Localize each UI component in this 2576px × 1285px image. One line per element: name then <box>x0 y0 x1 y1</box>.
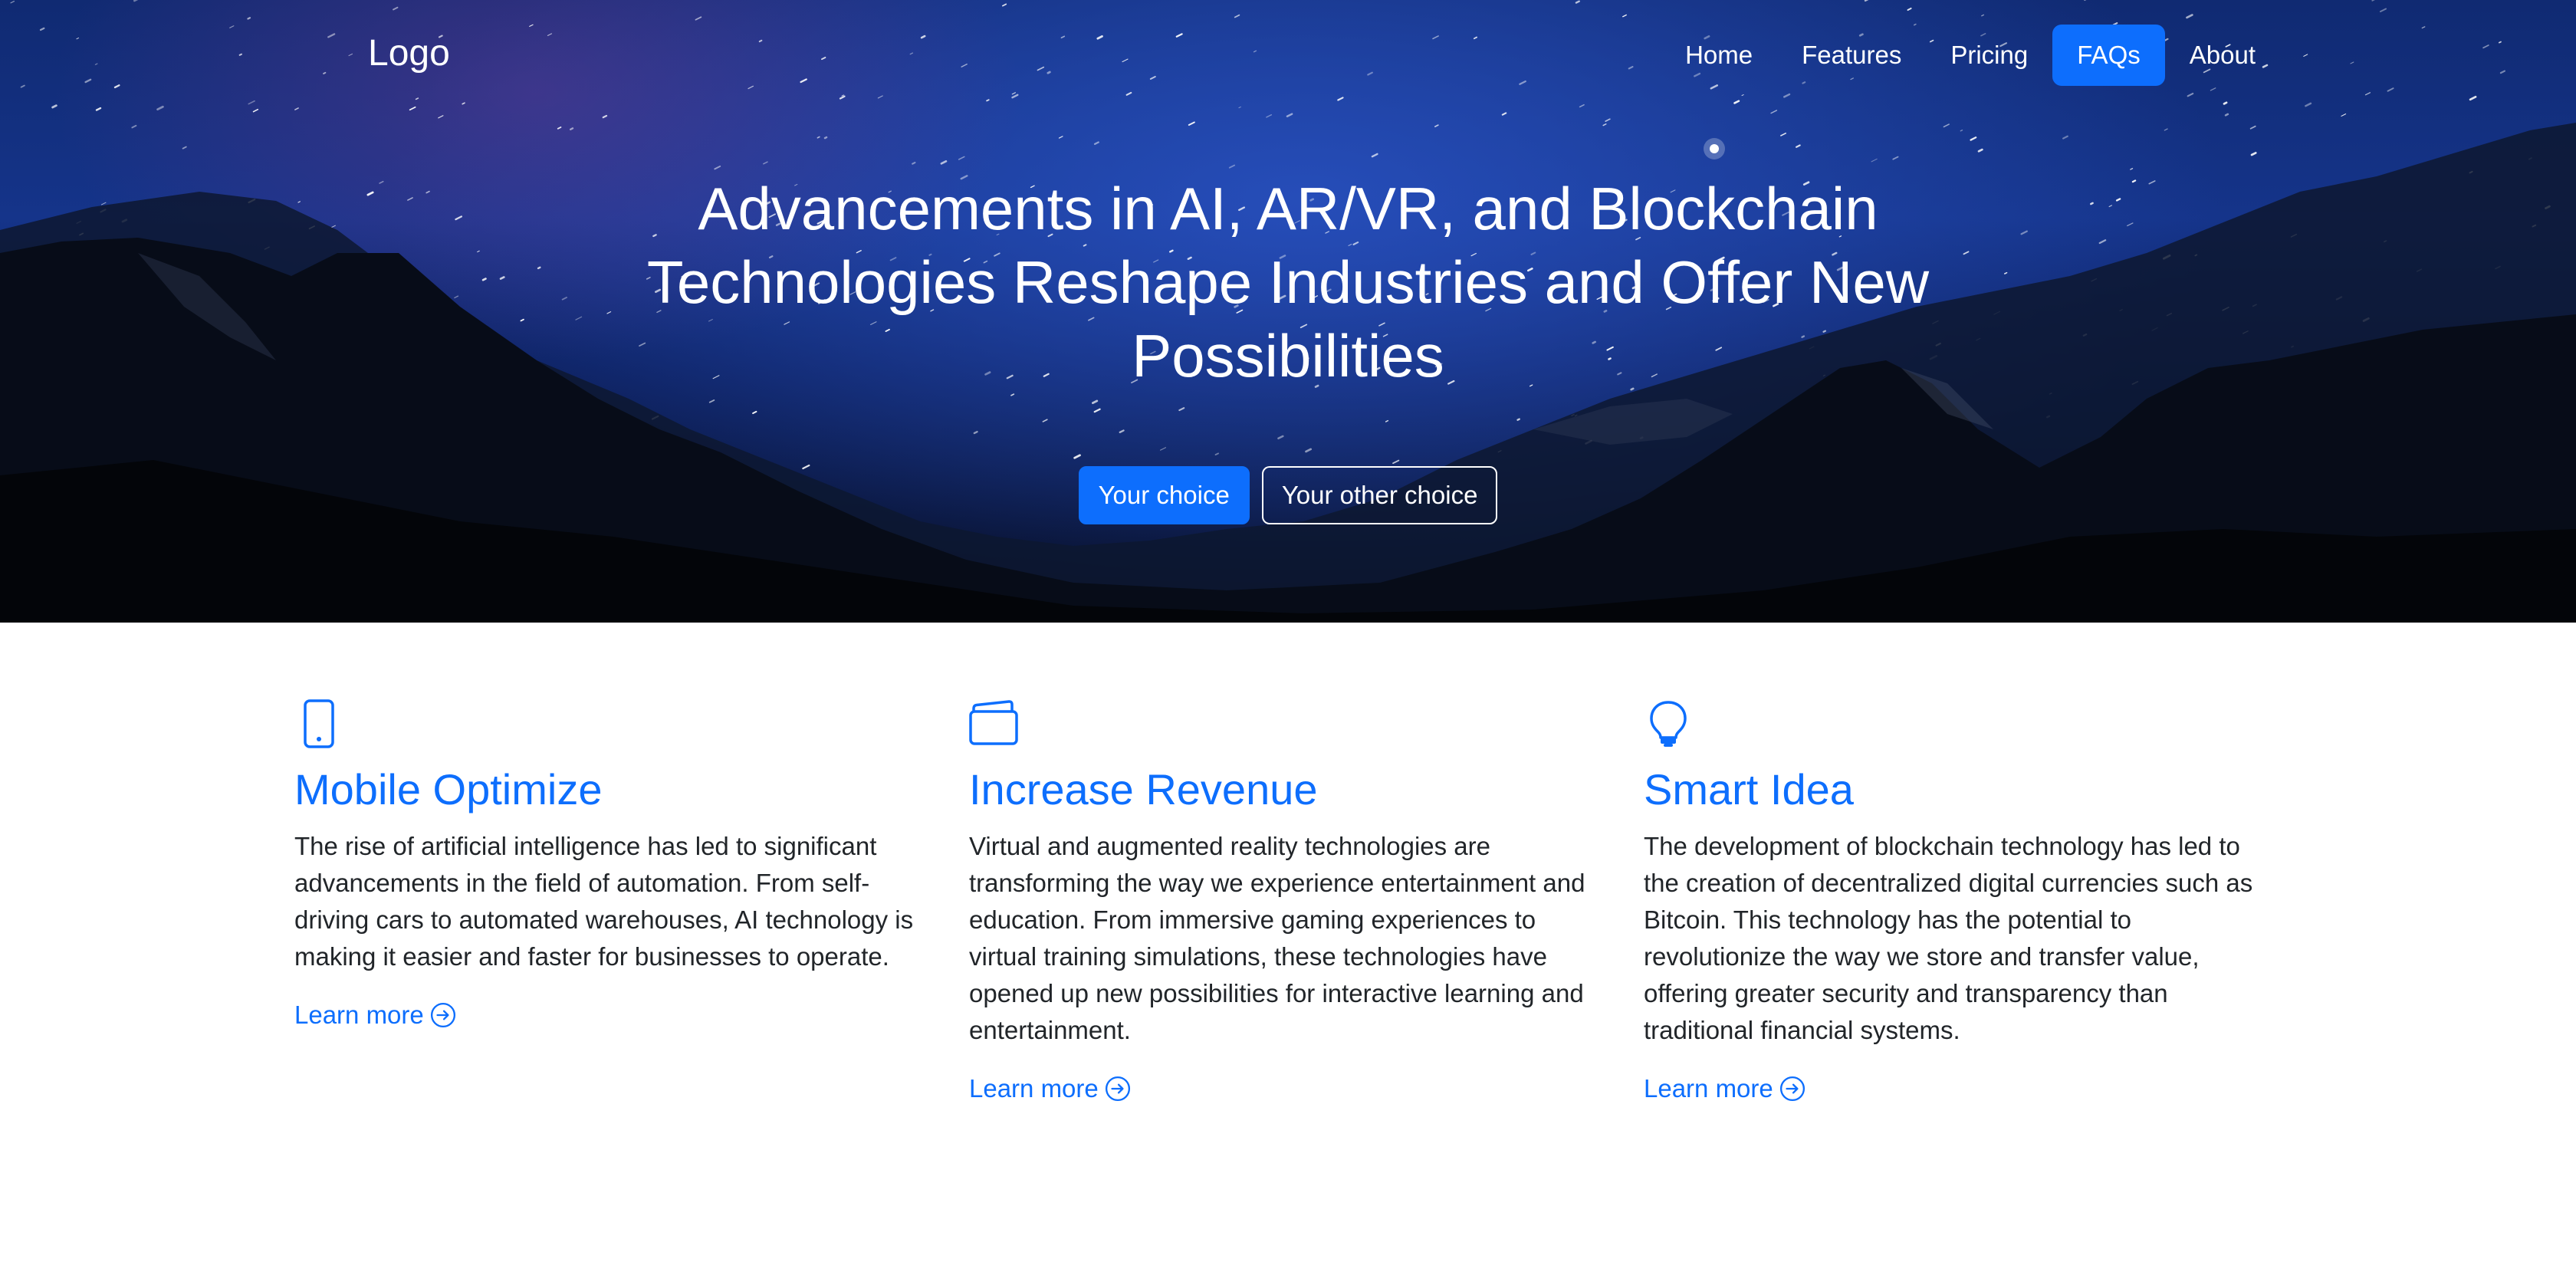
feature-title: Mobile Optimize <box>294 765 603 813</box>
feature-description: The development of blockchain technology… <box>1644 832 2253 1044</box>
your-other-choice-button[interactable]: Your other choice <box>1261 466 1498 524</box>
learn-more-label: Learn more <box>294 1001 424 1029</box>
feature-title: Increase Revenue <box>969 765 1318 813</box>
features-section: Mobile Optimize The rise of artificial i… <box>0 623 2576 1285</box>
nav-item-faqs[interactable]: FAQs <box>2052 25 2165 86</box>
feature-description: The rise of artificial intelligence has … <box>294 832 914 971</box>
hero-title: Advancements in AI, AR/VR, and Blockchai… <box>598 172 1978 393</box>
arrow-right-circle-icon <box>1779 1076 1805 1102</box>
hero-actions: Your choice Your other choice <box>0 466 2576 524</box>
phone-icon <box>304 699 334 748</box>
feature-description: Virtual and augmented reality technologi… <box>969 832 1585 1044</box>
feature-card-smart-idea: Smart Idea The development of blockchain… <box>1644 699 2272 1107</box>
top-navbar: Logo Home Features Pricing FAQs About <box>0 0 2576 112</box>
logo[interactable]: Logo <box>368 32 450 74</box>
arrow-right-circle-icon <box>430 1002 455 1028</box>
learn-more-link[interactable]: Learn more <box>969 1070 1131 1107</box>
nav-item-home[interactable]: Home <box>1661 25 1777 86</box>
hero-title-line: Possibilities <box>1132 322 1444 389</box>
nav-links: Home Features Pricing FAQs About <box>1661 25 2280 86</box>
learn-more-label: Learn more <box>969 1074 1099 1103</box>
wallet-icon <box>969 700 1018 745</box>
hero-title-line: Technologies Reshape Industries and Offe… <box>646 248 1930 316</box>
feature-title: Smart Idea <box>1644 765 1854 813</box>
nav-item-about[interactable]: About <box>2165 25 2280 86</box>
hero-section: Logo Home Features Pricing FAQs About Ad… <box>0 0 2576 623</box>
arrow-right-circle-icon <box>1105 1076 1130 1102</box>
nav-item-features[interactable]: Features <box>1777 25 1926 86</box>
learn-more-link[interactable]: Learn more <box>1644 1070 1806 1107</box>
learn-more-label: Learn more <box>1644 1074 1773 1103</box>
learn-more-link[interactable]: Learn more <box>294 997 456 1034</box>
feature-card-increase-revenue: Increase Revenue Virtual and augmented r… <box>969 699 1598 1107</box>
hero-title-line: Advancements in AI, AR/VR, and Blockchai… <box>698 175 1878 242</box>
nav-item-pricing[interactable]: Pricing <box>1926 25 2052 86</box>
lightbulb-icon <box>1650 701 1687 747</box>
your-choice-button[interactable]: Your choice <box>1078 466 1250 524</box>
feature-card-mobile-optimize: Mobile Optimize The rise of artificial i… <box>294 699 923 1034</box>
